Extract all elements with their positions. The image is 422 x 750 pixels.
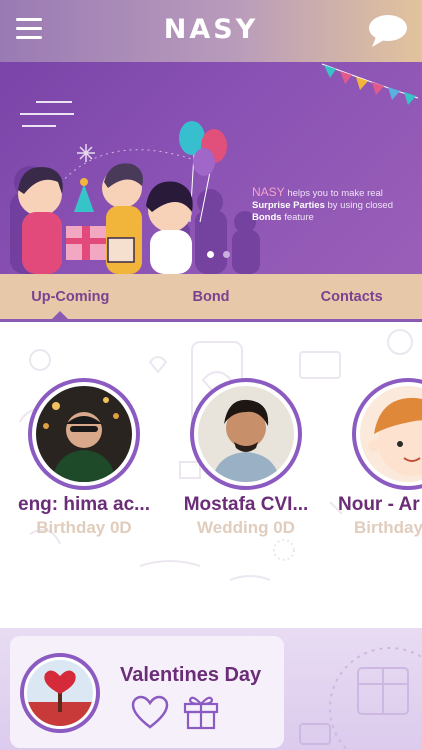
person-event-nour: Birthday [354, 518, 422, 537]
app-header: NASY [0, 0, 422, 62]
banner-text-1: helps you to make real [284, 188, 383, 199]
person-name-nour[interactable]: Nour - Ar [328, 494, 422, 516]
person-name-hima[interactable]: eng: hima ac... [4, 494, 164, 516]
carousel-dot[interactable] [223, 251, 230, 258]
tab-bond[interactable]: Bond [141, 274, 282, 320]
heart-outline-icon[interactable] [130, 694, 170, 730]
valentines-image [20, 653, 100, 733]
gift-outline-icon[interactable] [182, 692, 220, 730]
occasion-title: Valentines Day [120, 664, 262, 686]
person-event-hima: Birthday 0D [36, 518, 132, 537]
party-illustration [10, 63, 419, 274]
occasion-card-valentines[interactable]: Valentines Day [10, 636, 284, 748]
banner-brand: NASY [252, 185, 285, 199]
tab-up-coming[interactable]: Up-Coming [0, 274, 141, 320]
person-event-mostafa: Wedding 0D [197, 518, 295, 537]
banner-highlight-2: Bonds [252, 212, 282, 223]
promo-banner[interactable]: NASY helps you to make real Surprise Par… [0, 62, 422, 274]
app-logo: NASY [163, 14, 259, 45]
chat-bubble-icon[interactable] [366, 13, 408, 49]
featured-occasions: Valentines Day [0, 628, 422, 750]
banner-text-2: by using closed [324, 200, 394, 211]
banner-highlight-1: Surprise Parties [252, 200, 325, 211]
tab-contacts[interactable]: Contacts [281, 274, 422, 320]
avatar-mostafa[interactable] [190, 378, 302, 490]
upcoming-list[interactable]: eng: hima ac... Birthday 0D Mostafa CVI.… [0, 322, 422, 628]
avatar-hima[interactable] [28, 378, 140, 490]
carousel-dot-active[interactable] [207, 251, 214, 258]
banner-tagline: NASY helps you to make real Surprise Par… [252, 186, 422, 224]
person-name-mostafa[interactable]: Mostafa CVI... [166, 494, 326, 516]
banner-text-3: feature [281, 212, 314, 223]
active-tab-pointer [52, 311, 68, 319]
